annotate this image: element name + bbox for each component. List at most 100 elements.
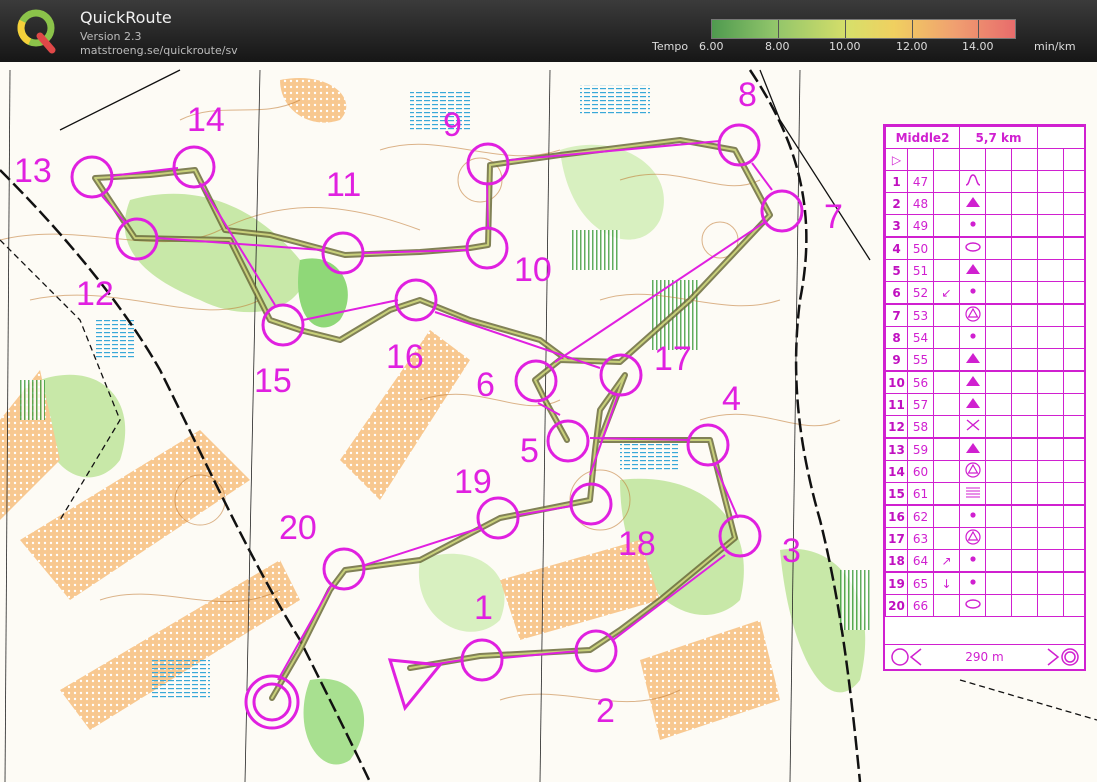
boulder-icon (959, 393, 986, 416)
control-number: 19 (885, 571, 908, 595)
tempo-tick: 6.00 (699, 40, 724, 53)
boulder-icon (959, 370, 986, 394)
description-row: 9 55 (885, 348, 1085, 372)
tempo-tick: 10.00 (829, 40, 861, 53)
direction-arrow (933, 214, 960, 238)
control-label: 14 (187, 101, 225, 139)
direction-arrow (933, 370, 960, 394)
control-code: 55 (907, 348, 934, 372)
direction-arrow (933, 192, 960, 215)
control-code: 49 (907, 214, 934, 238)
control-code: 53 (907, 303, 934, 327)
control-code: 64 (907, 549, 934, 573)
description-row: 4 50 (885, 236, 1085, 260)
control-label: 17 (654, 340, 692, 378)
control-number: 1 (885, 170, 908, 193)
control-number: 6 (885, 281, 908, 305)
control-label: 11 (326, 166, 361, 204)
control-code: 57 (907, 393, 934, 416)
direction-arrow: ↗ (933, 549, 960, 573)
direction-arrow (933, 303, 960, 327)
triangle-circle-icon (959, 527, 986, 550)
description-row: 7 53 (885, 303, 1085, 327)
control-code: 47 (907, 170, 934, 193)
direction-arrow (933, 437, 960, 461)
direction-arrow (933, 460, 960, 483)
tempo-tick: 8.00 (765, 40, 790, 53)
header-bar: QuickRoute Version 2.3 matstroeng.se/qui… (0, 0, 1097, 62)
control-number: 14 (885, 460, 908, 483)
triangle-circle-icon (959, 460, 986, 483)
direction-arrow (933, 504, 960, 528)
boulder-icon (959, 259, 986, 282)
control-label: 19 (454, 463, 492, 501)
boulder-icon (959, 437, 986, 461)
direction-arrow: ↓ (933, 571, 960, 595)
tempo-tick: 12.00 (896, 40, 928, 53)
control-number: 9 (885, 348, 908, 372)
control-number: 12 (885, 415, 908, 439)
description-row: 10 56 (885, 370, 1085, 394)
control-description-table: Middle2 5,7 km ▷ 1 47 2 48 3 49 4 50 5 51 6 52 ↙ 7 53 8… (885, 126, 1085, 617)
direction-arrow (933, 170, 960, 193)
control-label: 15 (254, 362, 292, 400)
direction-arrow (933, 259, 960, 282)
direction-arrow (933, 393, 960, 416)
control-code: 63 (907, 527, 934, 550)
description-row: 1 47 (885, 170, 1085, 193)
direction-arrow (933, 348, 960, 372)
control-label: 10 (514, 251, 552, 289)
control-code: 50 (907, 236, 934, 260)
description-row: 17 63 (885, 527, 1085, 550)
app-url[interactable]: matstroeng.se/quickroute/sv (80, 44, 238, 57)
control-number: 20 (885, 594, 908, 617)
triangle-circle-icon (959, 303, 986, 327)
control-code: 54 (907, 326, 934, 349)
control-number: 11 (885, 393, 908, 416)
boulder-icon (959, 192, 986, 215)
control-number: 13 (885, 437, 908, 461)
description-row: 11 57 (885, 393, 1085, 416)
description-header-row: Middle2 5,7 km (885, 126, 1085, 149)
quickroute-logo-icon (17, 9, 56, 54)
description-row: 19 65 ↓ (885, 571, 1085, 595)
control-label: 3 (782, 532, 801, 570)
description-row: 8 54 (885, 326, 1085, 349)
control-label: 9 (443, 106, 462, 144)
control-label: 18 (618, 525, 656, 563)
control-code: 52 (907, 281, 934, 305)
direction-arrow (933, 594, 960, 617)
control-number: 3 (885, 214, 908, 238)
lines-icon (959, 482, 986, 506)
description-row: 20 66 (885, 594, 1085, 617)
control-number: 8 (885, 326, 908, 349)
control-number: 16 (885, 504, 908, 528)
control-code: 56 (907, 370, 934, 394)
description-row: 6 52 ↙ (885, 281, 1085, 305)
tempo-tick: 14.00 (962, 40, 994, 53)
control-label: 12 (76, 275, 114, 313)
control-number: 10 (885, 370, 908, 394)
control-label: 4 (722, 380, 741, 418)
description-rows: 1 47 2 48 3 49 4 50 5 51 6 52 ↙ 7 53 8 54 9 55 10 56 11 57 12 58… (885, 170, 1085, 617)
control-number: 7 (885, 303, 908, 327)
control-code: 65 (907, 571, 934, 595)
control-label: 7 (824, 198, 843, 236)
direction-arrow (933, 415, 960, 439)
quickroute-window: QuickRoute Version 2.3 matstroeng.se/qui… (0, 0, 1097, 782)
app-version: Version 2.3 (80, 30, 142, 43)
dot-icon (959, 326, 986, 349)
description-row: 3 49 (885, 214, 1085, 238)
control-code: 61 (907, 482, 934, 506)
control-number: 2 (885, 192, 908, 215)
tempo-color-scale (711, 19, 1016, 39)
control-code: 62 (907, 504, 934, 528)
direction-arrow (933, 527, 960, 550)
finish-row: 290 m (885, 644, 1084, 669)
direction-arrow (933, 236, 960, 260)
description-row: 18 64 ↗ (885, 549, 1085, 573)
ellipse-icon (959, 236, 986, 260)
app-title: QuickRoute (80, 8, 172, 27)
control-label: 5 (520, 432, 539, 470)
description-row: 5 51 (885, 259, 1085, 282)
